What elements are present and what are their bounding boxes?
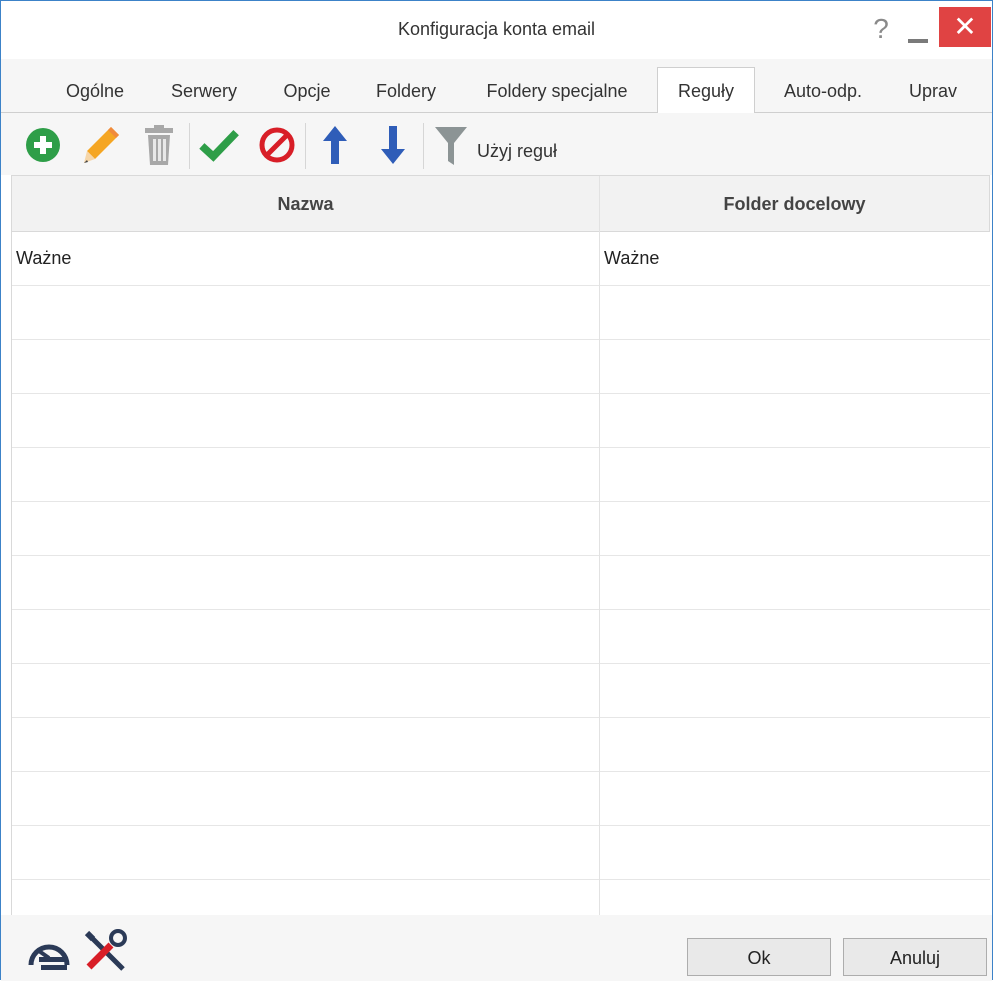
edit-icon <box>84 127 119 163</box>
tab-special-folders[interactable]: Foldery specjalne <box>467 71 647 111</box>
tab-rules[interactable]: Reguły <box>657 67 755 114</box>
table-row-empty <box>12 610 990 664</box>
delete-rule-button[interactable] <box>139 123 179 167</box>
table-row-empty <box>12 340 990 394</box>
column-header-target-folder[interactable]: Folder docelowy <box>600 176 990 232</box>
table-row-empty <box>12 772 990 826</box>
table-row[interactable]: Ważne Ważne <box>12 232 990 286</box>
advanced-settings-button[interactable] <box>81 929 129 975</box>
ok-button[interactable]: Ok <box>687 938 831 976</box>
table-row-empty <box>12 556 990 610</box>
table-row-empty <box>12 826 990 880</box>
account-diagnostics-button[interactable] <box>25 929 73 975</box>
minimize-icon <box>908 39 928 43</box>
table-row-empty <box>12 394 990 448</box>
close-button[interactable]: ✕ <box>939 7 991 47</box>
enable-icon <box>199 129 239 162</box>
toolbar: Użyj reguł <box>1 113 992 175</box>
dialog-window: Konfiguracja konta email ? ✕ Ogólne Serw… <box>0 0 993 981</box>
enable-rule-button[interactable] <box>199 123 239 167</box>
toolbar-separator <box>423 123 424 169</box>
table-row-empty <box>12 502 990 556</box>
window-title: Konfiguracja konta email <box>397 19 596 39</box>
column-separator <box>599 176 600 916</box>
table-row-empty <box>12 718 990 772</box>
disable-rule-button[interactable] <box>257 123 297 167</box>
tab-auto-reply[interactable]: Auto-odp. <box>767 71 879 111</box>
move-down-button[interactable] <box>373 123 413 167</box>
rules-table: Nazwa Folder docelowy Ważne Ważne <box>11 175 990 916</box>
table-row-empty <box>12 448 990 502</box>
rule-name-cell: Ważne <box>16 248 72 268</box>
disable-icon <box>259 127 295 163</box>
table-row-empty <box>12 286 990 340</box>
apply-rules-label[interactable]: Użyj reguł <box>477 141 557 162</box>
tab-strip: Ogólne Serwery Opcje Foldery Foldery spe… <box>1 59 992 114</box>
tools-icon <box>84 929 127 971</box>
edit-rule-button[interactable] <box>81 123 121 167</box>
apply-rules-button[interactable] <box>431 123 471 167</box>
tab-permissions[interactable]: Uprav <box>895 71 965 111</box>
dialog-footer: Ok Anuluj <box>1 915 992 981</box>
tab-servers[interactable]: Serwery <box>155 71 253 111</box>
help-button[interactable]: ? <box>867 9 895 49</box>
move-down-icon <box>381 126 405 164</box>
toolbar-separator <box>305 123 306 169</box>
table-row-empty <box>12 664 990 718</box>
tab-general[interactable]: Ogólne <box>49 71 141 111</box>
move-up-icon <box>323 126 347 164</box>
tab-folders[interactable]: Foldery <box>361 71 451 111</box>
move-up-button[interactable] <box>315 123 355 167</box>
minimize-button[interactable] <box>906 9 930 49</box>
filter-icon <box>435 127 467 165</box>
add-rule-button[interactable] <box>23 123 63 167</box>
delete-icon <box>145 125 173 165</box>
column-header-name[interactable]: Nazwa <box>12 176 600 232</box>
add-icon <box>26 128 60 162</box>
speedometer-icon <box>28 944 70 970</box>
tab-options[interactable]: Opcje <box>267 71 347 111</box>
rule-folder-cell: Ważne <box>604 248 660 268</box>
cancel-button[interactable]: Anuluj <box>843 938 987 976</box>
toolbar-separator <box>189 123 190 169</box>
title-bar: Konfiguracja konta email ? ✕ <box>1 1 992 59</box>
